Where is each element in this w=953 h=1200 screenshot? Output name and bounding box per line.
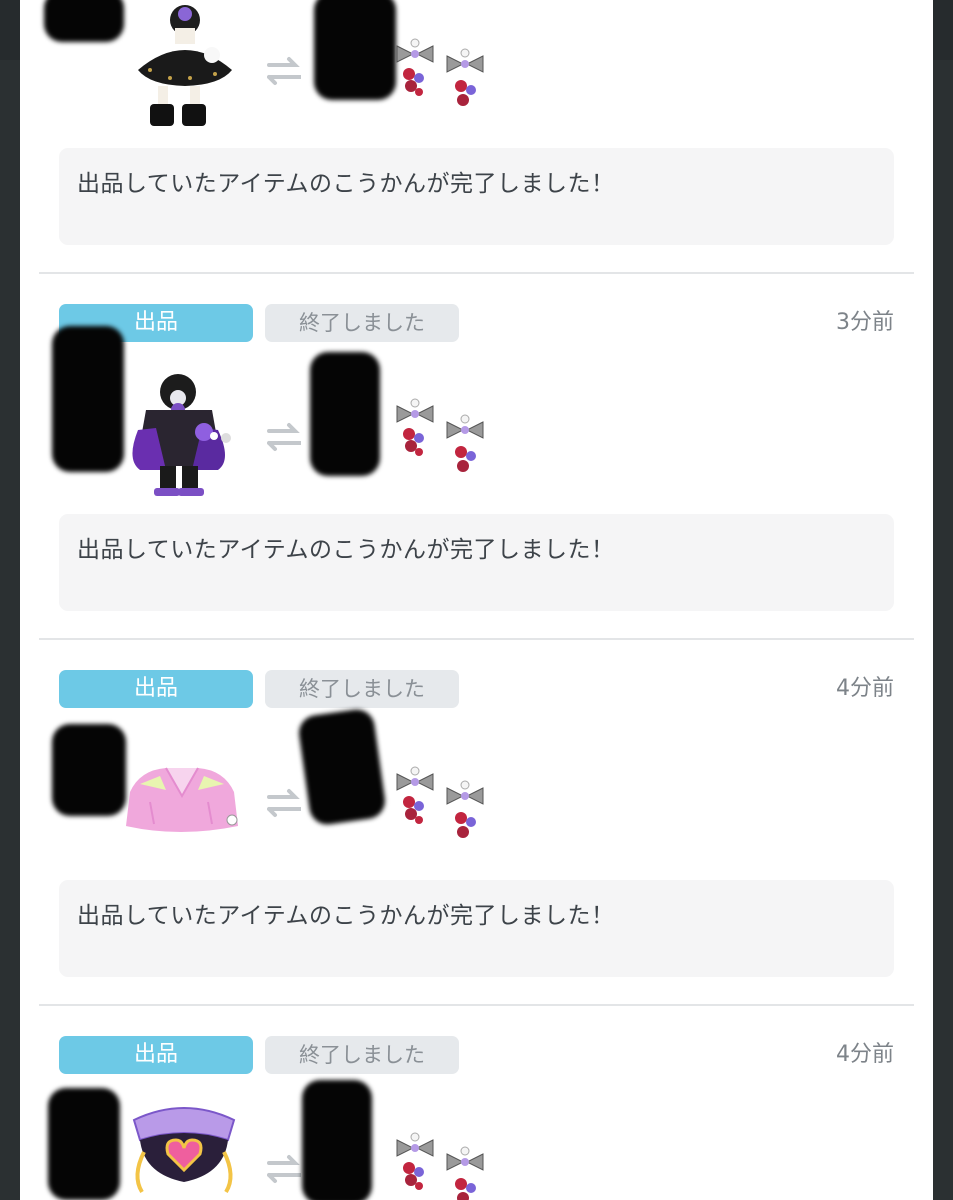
ribbon-flower-charm-icon	[446, 780, 484, 838]
redacted-user-image	[52, 724, 126, 816]
timestamp: 4分前	[836, 676, 894, 701]
ribbon-flower-charm-icon	[446, 48, 484, 106]
purple-rose-outfit-avatar-icon	[132, 374, 231, 496]
exchange-arrows-icon	[267, 423, 301, 451]
ended-status-badge: 終了しました	[265, 1036, 459, 1074]
ribbon-flower-charm-icon	[396, 766, 434, 824]
listing-status-badge: 出品	[59, 670, 253, 708]
redacted-user-image	[44, 0, 124, 42]
timestamp: 3分前	[836, 310, 894, 335]
redacted-user-image	[314, 0, 396, 100]
exchange-arrows-icon	[267, 789, 301, 817]
timestamp: 4分前	[836, 1042, 894, 1067]
message-text: 出品していたアイテムのこうかんが完了しました！	[77, 171, 615, 197]
ribbon-flower-charm-icon	[446, 414, 484, 472]
ribbon-flower-charm-icon	[396, 398, 434, 456]
divider	[39, 638, 914, 640]
message-box: 出品していたアイテムのこうかんが完了しました！	[59, 148, 894, 245]
notification-panel: 出品していたアイテムのこうかんが完了しました！ 出品 終了しました 3分前 出品…	[20, 0, 933, 1200]
ended-status-badge: 終了しました	[265, 670, 459, 708]
redacted-user-image	[52, 326, 124, 472]
pink-jacket-item-icon	[126, 767, 238, 832]
message-text: 出品していたアイテムのこうかんが完了しました！	[77, 903, 615, 929]
ended-status-badge: 終了しました	[265, 304, 459, 342]
redacted-user-image	[310, 352, 380, 476]
divider	[39, 1004, 914, 1006]
exchange-arrows-icon	[267, 1155, 301, 1183]
redacted-user-image	[296, 707, 388, 827]
ribbon-flower-charm-icon	[446, 1146, 484, 1200]
purple-heart-hat-item-icon	[132, 1107, 236, 1194]
redacted-user-image	[302, 1080, 372, 1200]
ribbon-flower-charm-icon	[396, 38, 434, 96]
redacted-user-image	[48, 1088, 120, 1200]
gothic-dress-avatar-icon	[138, 5, 232, 126]
listing-status-badge: 出品	[59, 1036, 253, 1074]
ribbon-flower-charm-icon	[396, 1132, 434, 1190]
exchange-arrows-icon	[267, 57, 301, 85]
message-box: 出品していたアイテムのこうかんが完了しました！	[59, 514, 894, 611]
message-box: 出品していたアイテムのこうかんが完了しました！	[59, 880, 894, 977]
divider	[39, 272, 914, 274]
message-text: 出品していたアイテムのこうかんが完了しました！	[77, 537, 615, 563]
